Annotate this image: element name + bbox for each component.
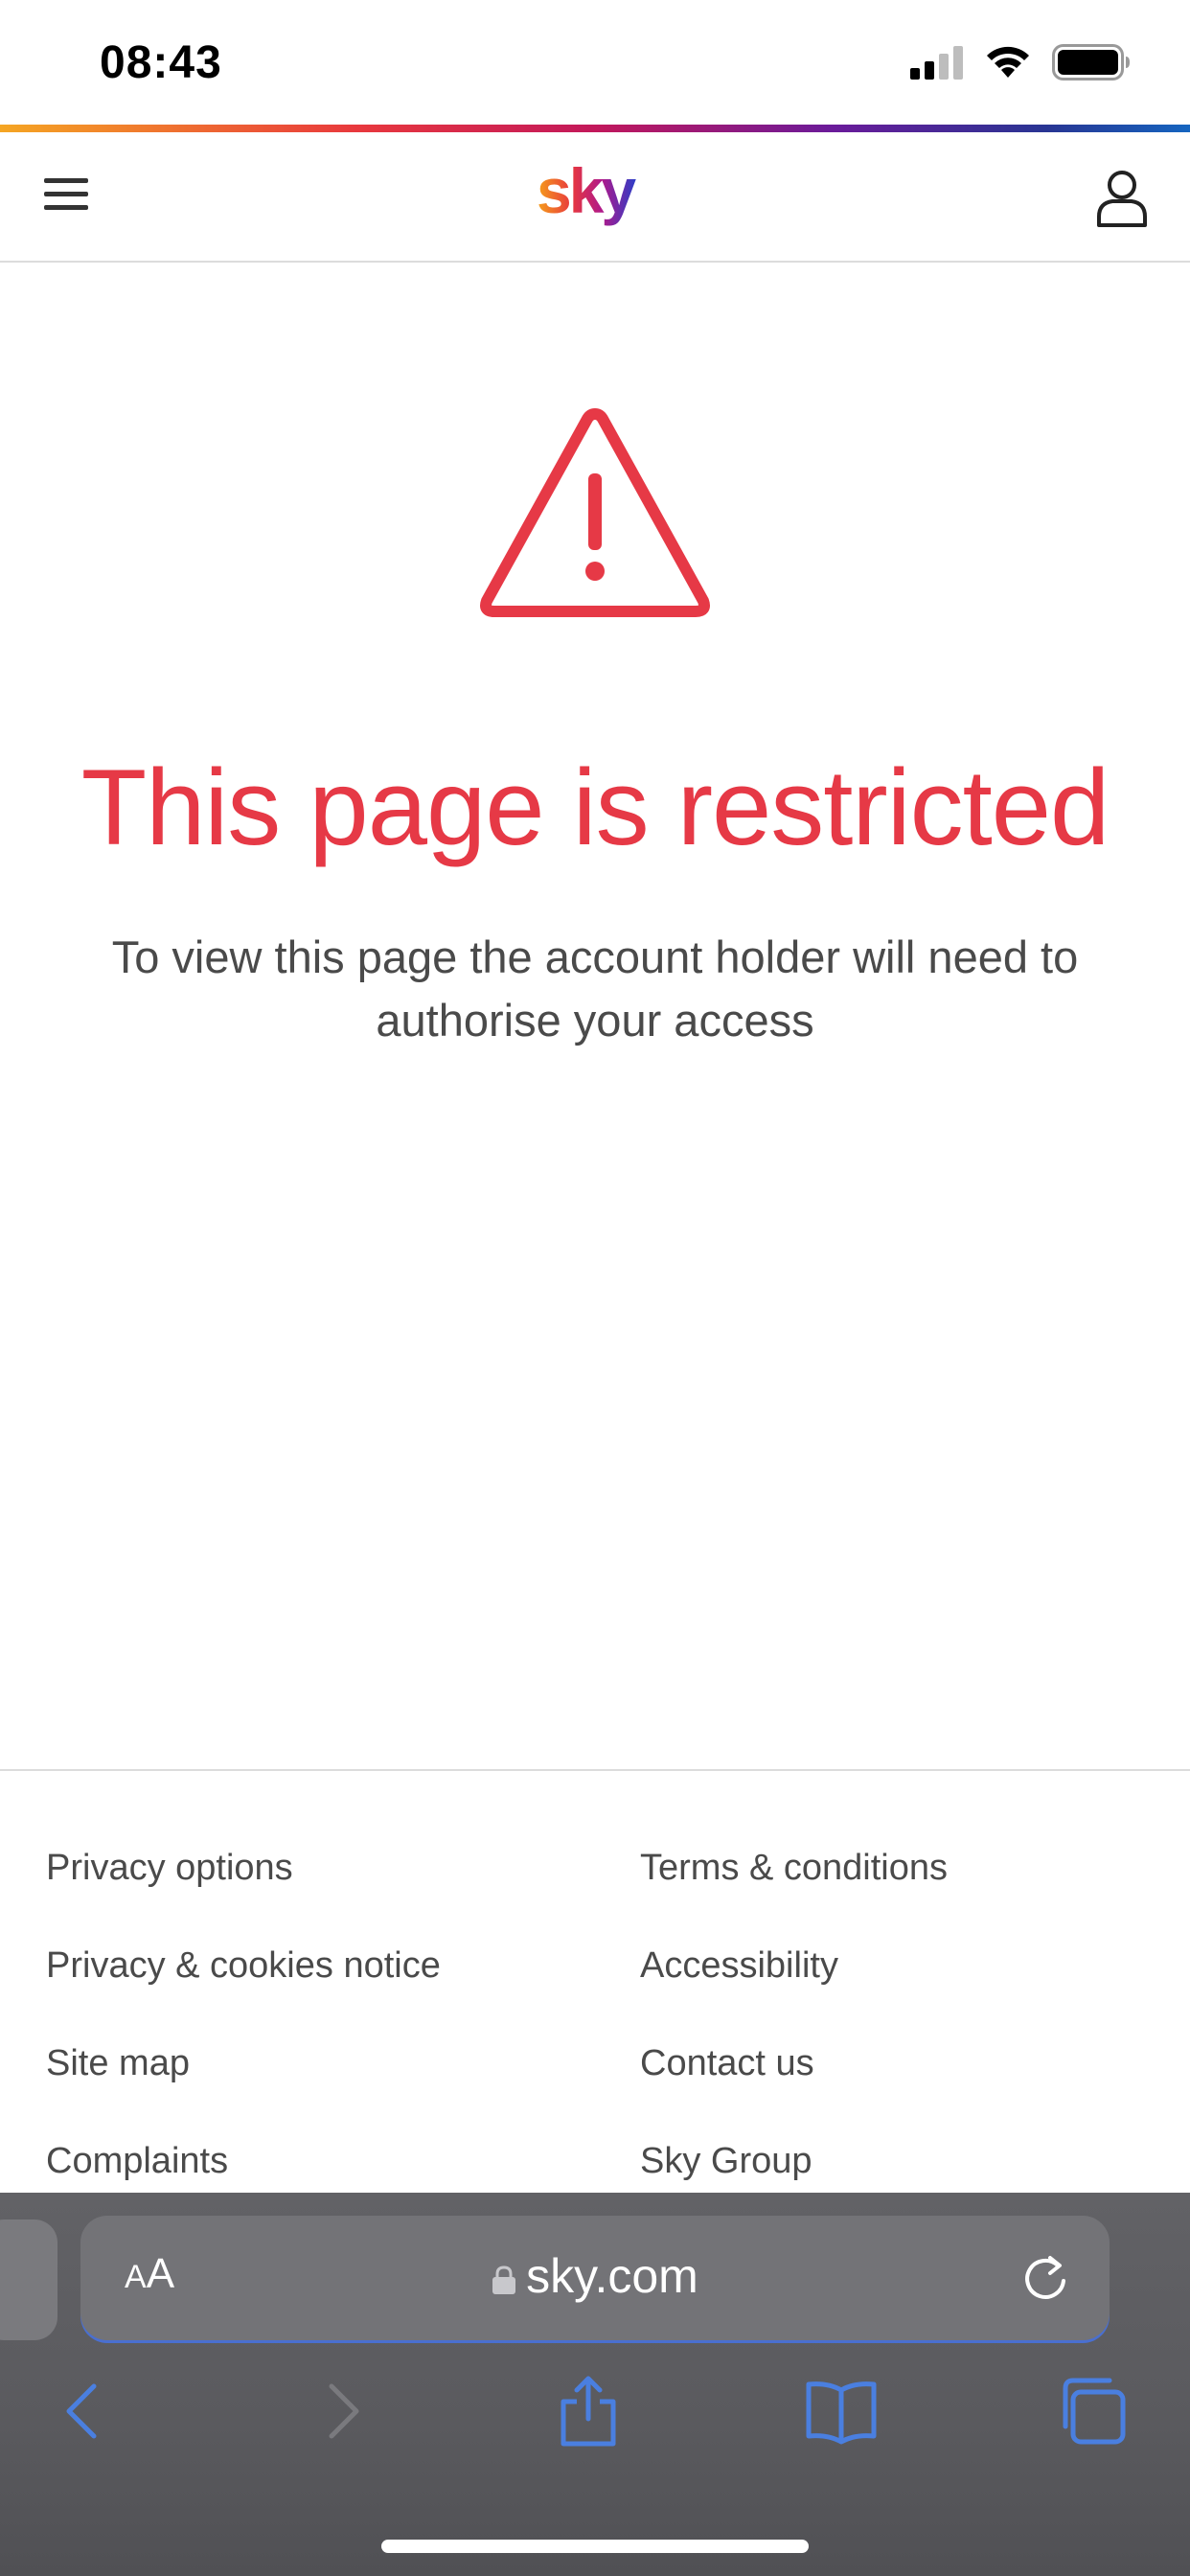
footer-link-complaints[interactable]: Complaints (46, 2141, 228, 2182)
forward-icon[interactable] (303, 2373, 379, 2450)
footer-link-privacy-cookies[interactable]: Privacy & cookies notice (46, 1945, 441, 1987)
url-display[interactable]: sky.com (80, 2248, 1110, 2304)
reload-icon[interactable] (1019, 2252, 1071, 2304)
footer-link-privacy-options[interactable]: Privacy options (46, 1848, 293, 1889)
account-icon[interactable] (1096, 169, 1148, 228)
sky-logo[interactable]: sky (537, 159, 655, 236)
brand-gradient-strip (0, 125, 1190, 132)
tabs-icon[interactable] (1054, 2373, 1131, 2450)
browser-toolbar: AA sky.com (0, 2193, 1190, 2576)
footer-link-terms[interactable]: Terms & conditions (640, 1848, 948, 1889)
footer-link-site-map[interactable]: Site map (46, 2043, 190, 2084)
site-header: sky (0, 132, 1190, 263)
footer: Privacy options Privacy & cookies notice… (0, 1769, 1190, 2193)
footer-link-contact-us[interactable]: Contact us (640, 2043, 814, 2084)
cellular-signal-icon (910, 46, 963, 80)
page-title: This page is restricted (80, 748, 1110, 867)
hamburger-menu-icon[interactable] (44, 178, 92, 217)
share-icon[interactable] (550, 2373, 627, 2450)
back-icon[interactable] (46, 2373, 123, 2450)
battery-icon (1052, 44, 1130, 80)
previous-tab-peek[interactable] (0, 2220, 57, 2340)
status-time: 08:43 (100, 37, 222, 88)
lock-icon (492, 2266, 516, 2294)
svg-text:sky: sky (537, 159, 636, 226)
restricted-message: To view this page the account holder wil… (111, 932, 1079, 1046)
status-bar: 08:43 (0, 0, 1190, 125)
address-bar[interactable]: AA sky.com (80, 2216, 1110, 2340)
footer-link-sky-group[interactable]: Sky Group (640, 2141, 812, 2182)
status-icons (910, 44, 1131, 80)
home-indicator (381, 2540, 809, 2553)
bookmarks-icon[interactable] (803, 2373, 880, 2450)
footer-link-accessibility[interactable]: Accessibility (640, 1945, 838, 1987)
wifi-icon (987, 46, 1029, 78)
warning-triangle-icon (480, 408, 710, 617)
